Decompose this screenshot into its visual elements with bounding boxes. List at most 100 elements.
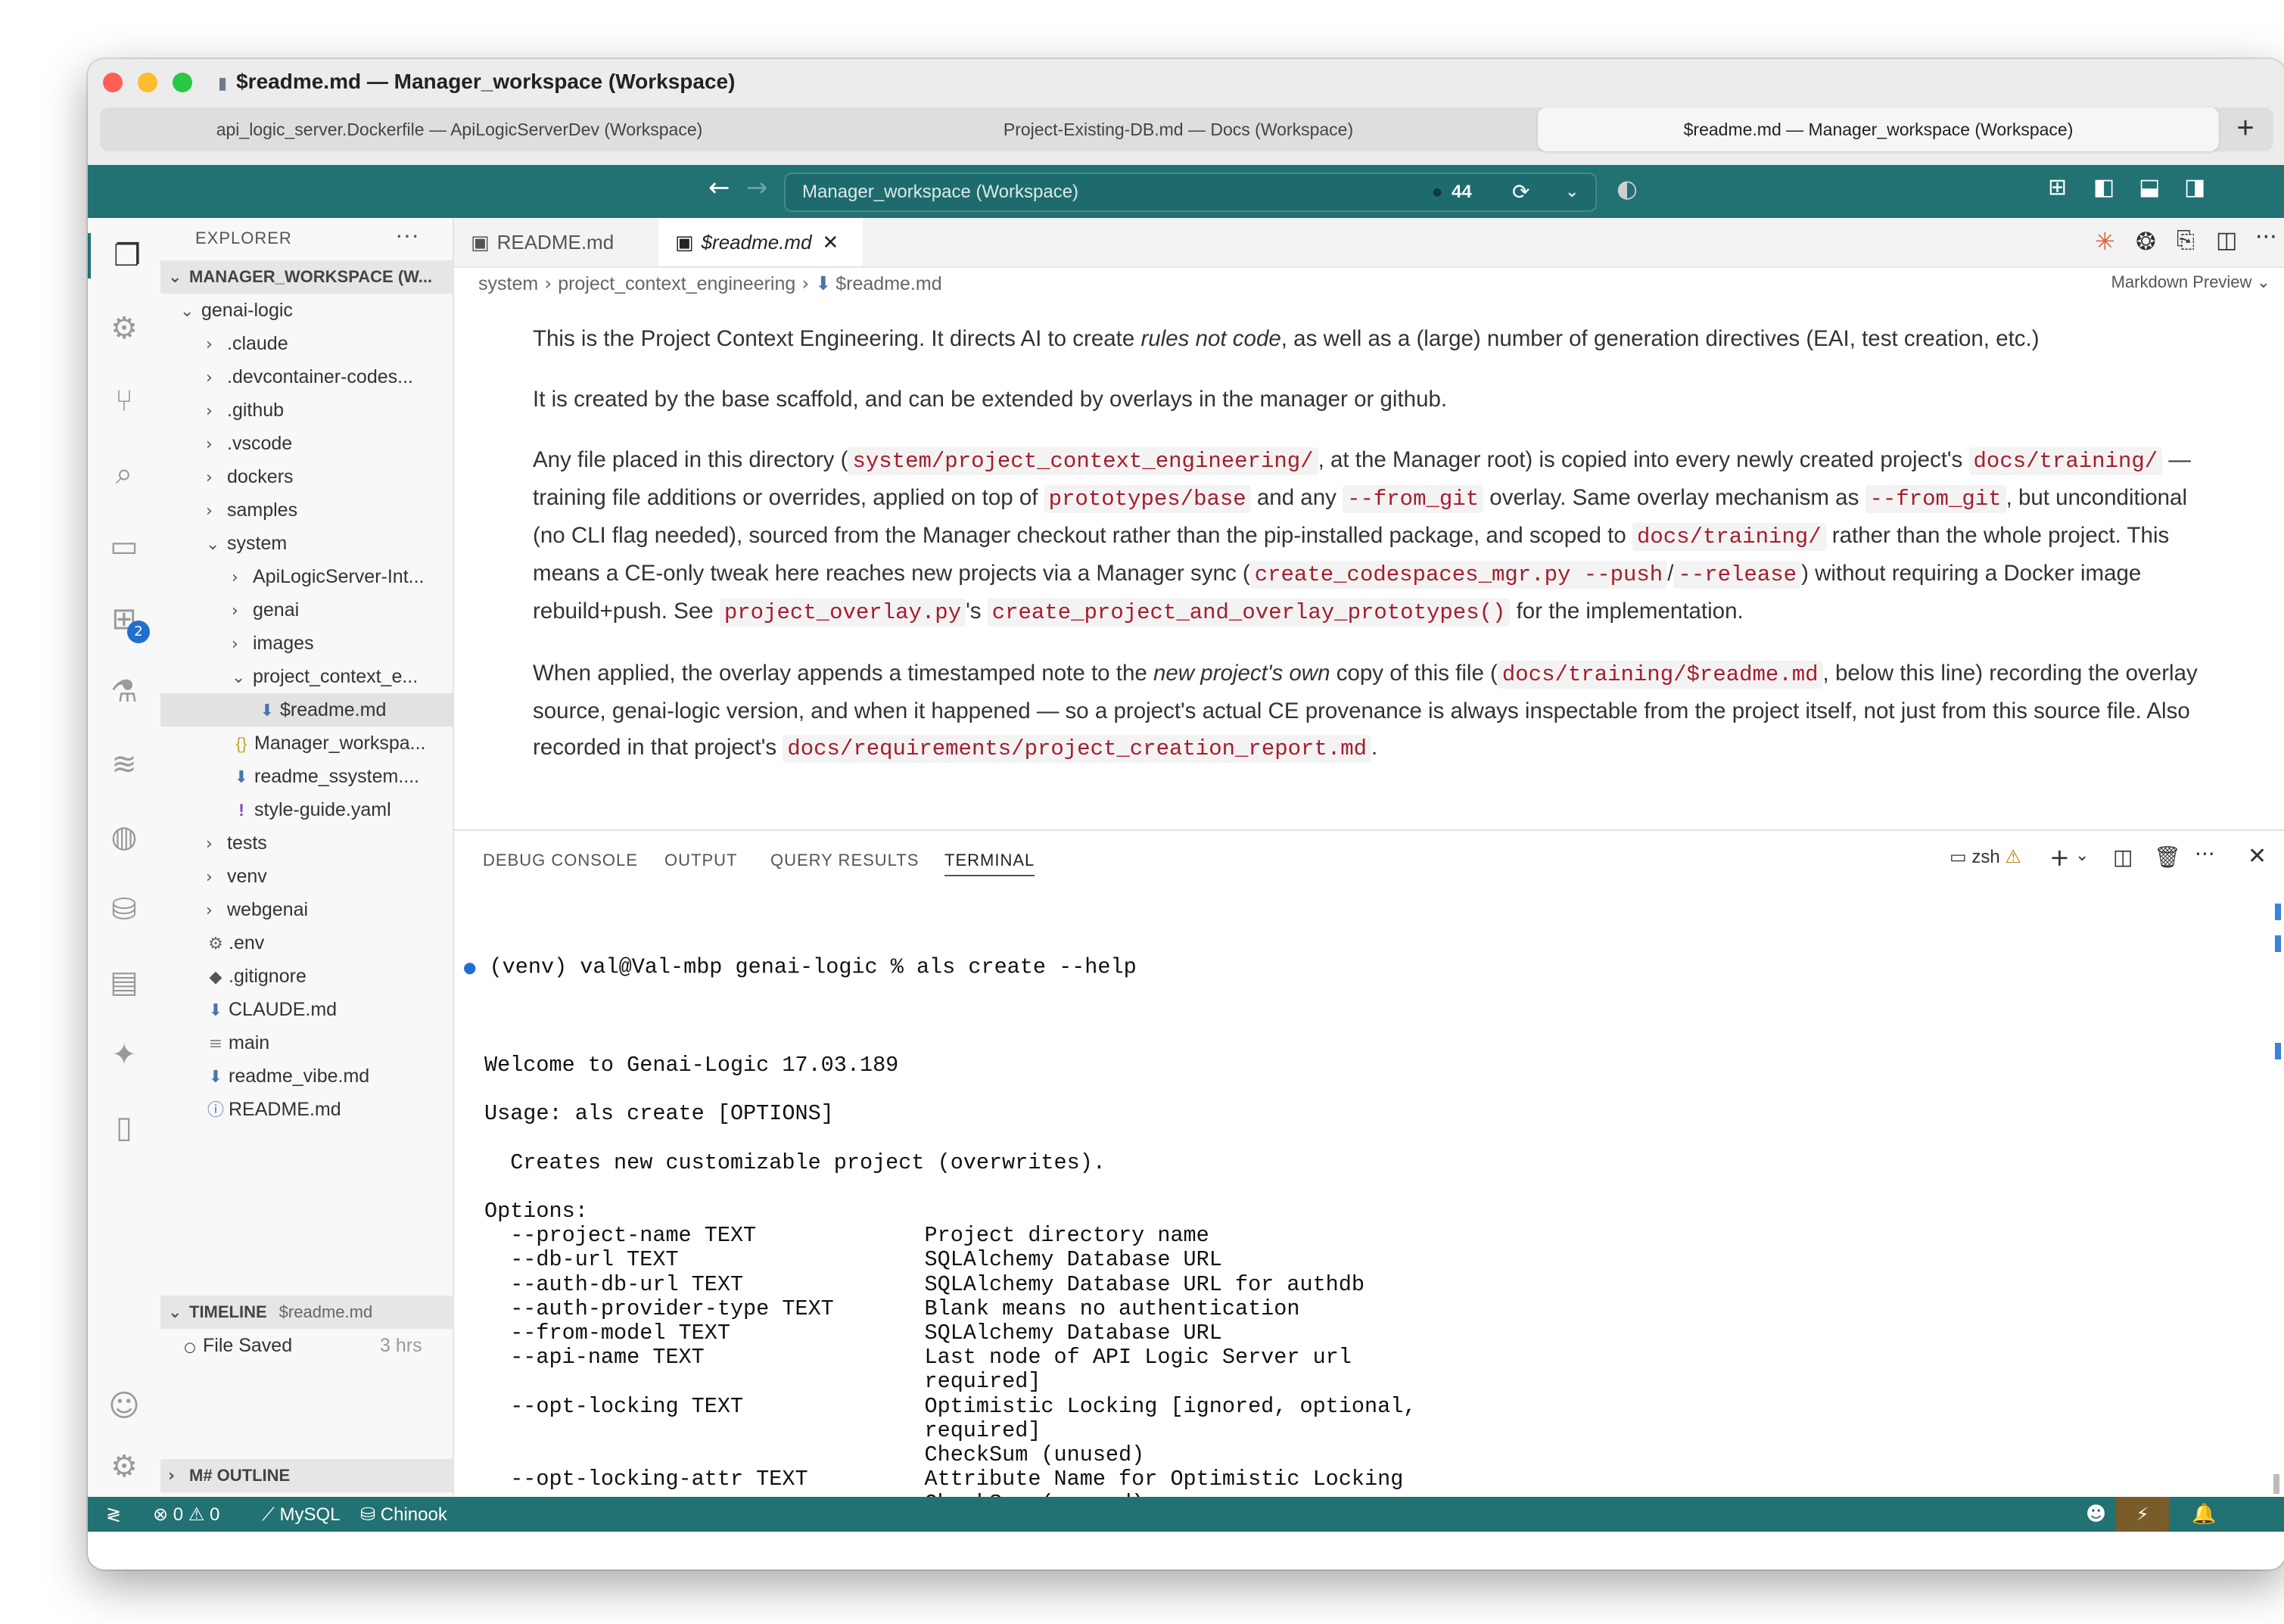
- terminal-line: --auth-provider-type TEXT Blank means no…: [484, 1296, 1300, 1321]
- trash-icon[interactable]: 🗑: [2154, 845, 2181, 870]
- outline-section[interactable]: › M# OUTLINE: [160, 1459, 453, 1492]
- customize-layout-icon[interactable]: ⊞: [2048, 174, 2067, 201]
- tree-file-readme[interactable]: ⓘ README.md: [160, 1093, 495, 1126]
- tree-file-claude-md[interactable]: ⬇ CLAUDE.md: [160, 993, 495, 1026]
- chevron-right-icon: ›: [206, 435, 213, 454]
- layers-icon[interactable]: ≋: [88, 742, 160, 787]
- tree-file-gitignore[interactable]: ◆ .gitignore: [160, 960, 495, 993]
- tree-folder-webgenai[interactable]: › webgenai: [160, 893, 498, 926]
- tab-query-results[interactable]: QUERY RESULTS: [770, 851, 919, 870]
- markdown-preview-label[interactable]: Markdown Preview ⌄: [2111, 272, 2270, 292]
- tree-file-readme-vibe[interactable]: ⬇ readme_vibe.md: [160, 1059, 495, 1093]
- timeline-section[interactable]: ⌄ TIMELINE $readme.md: [160, 1296, 453, 1329]
- editor-tabs: ▣ README.md ▣ $readme.md ✕ ✳ ❂ ⎘ ◫ ···: [454, 218, 2284, 268]
- command-center-search[interactable]: Manager_workspace (Workspace) ● 44 ⟳ ⌄: [784, 173, 1597, 212]
- tree-file-env[interactable]: ⚙ .env: [160, 926, 495, 960]
- explorer-icon[interactable]: ❐: [88, 233, 163, 278]
- more-actions-icon[interactable]: ···: [2255, 224, 2277, 250]
- paragraph-1: This is the Project Context Engineering.…: [533, 326, 2040, 351]
- python-icon[interactable]: ✦: [88, 1032, 160, 1078]
- claude-icon[interactable]: ✳: [2095, 227, 2115, 256]
- tree-folder-genai-logic[interactable]: ⌄ genai-logic: [160, 294, 472, 327]
- workspace-root[interactable]: ⌄ MANAGER_WORKSPACE (W...: [160, 260, 453, 294]
- circle-icon: ○: [184, 1339, 196, 1355]
- extensions-icon[interactable]: ⊞ 2: [88, 596, 160, 643]
- tree-folder-tests[interactable]: › tests: [160, 826, 498, 860]
- window-tab-strip: api_logic_server.Dockerfile — ApiLogicSe…: [100, 107, 2273, 151]
- run-debug-icon[interactable]: ⚙: [88, 306, 160, 351]
- tab-readme-md[interactable]: ▣ README.md: [454, 218, 658, 266]
- split-editor-icon[interactable]: ◫: [2216, 227, 2237, 254]
- terminal-line: required]: [484, 1417, 1041, 1443]
- toggle-panel-icon[interactable]: ⬓: [2139, 174, 2160, 201]
- more-actions-icon[interactable]: ···: [2195, 842, 2215, 866]
- tab-output[interactable]: OUTPUT: [664, 851, 737, 870]
- database-icon[interactable]: ⛁: [88, 887, 160, 932]
- terminal-line: --api-name TEXT Last node of API Logic S…: [484, 1345, 1352, 1370]
- tree-folder-system[interactable]: ⌄ system: [160, 527, 498, 560]
- markdown-file-icon: ⬇: [815, 272, 832, 294]
- source-control-icon[interactable]: ⑂: [88, 378, 160, 424]
- problems-indicator[interactable]: ⊗ 0 ⚠ 0: [153, 1497, 219, 1532]
- window-tab-3[interactable]: $readme.md — Manager_workspace (Workspac…: [1538, 107, 2219, 151]
- terminal-output[interactable]: ● (venv) val@Val-mbp genai-logic % als c…: [454, 907, 2217, 1497]
- tree-folder-dockers[interactable]: › dockers: [160, 460, 498, 493]
- testing-icon[interactable]: ⚗: [88, 669, 160, 714]
- scroll-marker: [2275, 1043, 2281, 1059]
- chevron-down-icon[interactable]: ⌄: [2075, 846, 2089, 865]
- scrollbar-thumb[interactable]: [2273, 1474, 2279, 1494]
- window-tab-2[interactable]: Project-Existing-DB.md — Docs (Workspace…: [819, 107, 1538, 151]
- window-title: ▮ $readme.md — Manager_workspace (Workspa…: [218, 70, 736, 93]
- tree-folder-github[interactable]: › .github: [160, 394, 498, 427]
- back-arrow-icon[interactable]: ←: [708, 173, 730, 203]
- toggle-secondary-sidebar-icon[interactable]: ◨: [2184, 174, 2205, 201]
- chat-icon[interactable]: ⟳: [1512, 174, 1529, 210]
- close-panel-icon[interactable]: ✕: [2248, 843, 2267, 870]
- split-terminal-icon[interactable]: ◫: [2113, 845, 2133, 870]
- window-tab-1[interactable]: api_logic_server.Dockerfile — ApiLogicSe…: [100, 107, 819, 151]
- settings-gear-icon[interactable]: ⚙: [88, 1444, 160, 1489]
- tab-terminal[interactable]: TERMINAL: [944, 851, 1035, 876]
- database-client-icon[interactable]: ◍: [88, 814, 160, 860]
- chevron-right-icon: ›: [232, 568, 238, 587]
- tree-folder-devcontainer[interactable]: › .devcontainer-codes...: [160, 360, 498, 394]
- copilot-icon[interactable]: ◐: [1617, 174, 1638, 203]
- tree-folder-claude[interactable]: › .claude: [160, 327, 498, 360]
- notifications-bell-icon[interactable]: 🔔: [2192, 1497, 2216, 1532]
- chevron-down-icon[interactable]: ⌄: [1565, 174, 1579, 210]
- sql-tools-icon[interactable]: ▤: [88, 960, 160, 1005]
- notebook-icon[interactable]: ▯: [88, 1105, 160, 1150]
- terminal-line: Usage: als create [OPTIONS]: [484, 1101, 834, 1127]
- db-schema[interactable]: ⛁ Chinook: [360, 1497, 447, 1532]
- timeline-entry[interactable]: ○ File Saved 3 hrs: [160, 1329, 469, 1362]
- tree-folder-samples[interactable]: › samples: [160, 493, 498, 527]
- warning-icon: ⚠: [188, 1504, 205, 1525]
- copilot-status-icon[interactable]: ☻: [2086, 1497, 2106, 1532]
- tree-folder-vscode[interactable]: › .vscode: [160, 427, 498, 460]
- toggle-sidebar-icon[interactable]: ◧: [2093, 174, 2114, 201]
- tab-readme-dollar[interactable]: ▣ $readme.md ✕: [658, 218, 863, 266]
- close-icon[interactable]: ✕: [823, 232, 839, 254]
- account-icon[interactable]: ☺: [88, 1383, 160, 1429]
- open-source-icon[interactable]: ⎘: [2177, 227, 2195, 254]
- tab-debug-console[interactable]: DEBUG CONSOLE: [483, 851, 638, 870]
- tree-file-main[interactable]: ≡ main: [160, 1026, 495, 1059]
- new-tab-button[interactable]: +: [2217, 107, 2273, 151]
- remote-icon[interactable]: ≷: [106, 1497, 121, 1532]
- paragraph-2: It is created by the base scaffold, and …: [533, 387, 1448, 412]
- yaml-file-icon: !: [238, 801, 244, 820]
- explorer-more-icon[interactable]: ···: [395, 221, 419, 249]
- new-terminal-icon[interactable]: +: [2049, 843, 2070, 872]
- terminal-shell-selector[interactable]: ▭ zsh ⚠: [1949, 846, 2021, 868]
- document-icon: ▮: [218, 74, 228, 93]
- db-connection[interactable]: ⟋ MySQL: [262, 1497, 341, 1532]
- git-icon: ◆: [209, 968, 222, 987]
- feedback-icon[interactable]: ⚡: [2116, 1497, 2169, 1532]
- remote-explorer-icon[interactable]: ▭: [88, 524, 160, 569]
- tree-folder-venv[interactable]: › venv: [160, 860, 498, 893]
- preview-icon: ▣: [471, 232, 490, 254]
- openai-icon[interactable]: ❂: [2136, 227, 2156, 256]
- search-icon[interactable]: ⌕: [88, 451, 160, 496]
- forward-arrow-icon[interactable]: →: [746, 173, 768, 203]
